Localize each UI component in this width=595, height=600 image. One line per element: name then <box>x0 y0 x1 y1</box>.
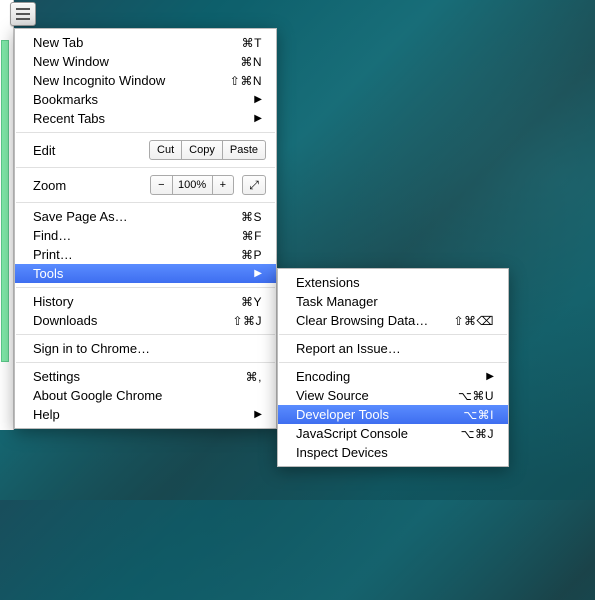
submenu-task-manager[interactable]: Task Manager <box>278 292 508 311</box>
menu-item-shortcut: ⌘Y <box>241 295 262 309</box>
menu-separator <box>279 334 507 335</box>
menu-find[interactable]: Find… ⌘F <box>15 226 276 245</box>
menu-separator <box>16 202 275 203</box>
menu-item-label: Bookmarks <box>33 92 248 107</box>
menu-new-window[interactable]: New Window ⌘N <box>15 52 276 71</box>
menu-separator <box>16 334 275 335</box>
menu-separator <box>16 167 275 168</box>
menu-item-shortcut: ⌥⌘I <box>463 408 494 422</box>
menu-history[interactable]: History ⌘Y <box>15 292 276 311</box>
menu-item-label: Save Page As… <box>33 209 241 224</box>
browser-edge <box>0 0 14 430</box>
menu-item-shortcut: ⌘T <box>242 36 262 50</box>
submenu-developer-tools[interactable]: Developer Tools ⌥⌘I <box>278 405 508 424</box>
submenu-arrow-icon: ▶ <box>254 409 262 420</box>
chrome-menu-button[interactable] <box>10 2 36 26</box>
chrome-main-menu: New Tab ⌘T New Window ⌘N New Incognito W… <box>14 28 277 429</box>
menu-item-label: Print… <box>33 247 241 262</box>
submenu-report-issue[interactable]: Report an Issue… <box>278 339 508 358</box>
menu-settings[interactable]: Settings ⌘, <box>15 367 276 386</box>
menu-item-label: Sign in to Chrome… <box>33 341 262 356</box>
submenu-view-source[interactable]: View Source ⌥⌘U <box>278 386 508 405</box>
menu-item-label: Downloads <box>33 313 232 328</box>
menu-separator <box>16 362 275 363</box>
menu-zoom-row: Zoom − 100% + ⤢ <box>15 172 276 198</box>
menu-item-label: Edit <box>33 143 149 158</box>
submenu-arrow-icon: ▶ <box>254 94 262 105</box>
submenu-arrow-icon: ▶ <box>486 371 494 382</box>
menu-recent-tabs[interactable]: Recent Tabs ▶ <box>15 109 276 128</box>
menu-tools[interactable]: Tools ▶ <box>15 264 276 283</box>
menu-item-shortcut: ⇧⌘J <box>232 314 262 328</box>
submenu-inspect-devices[interactable]: Inspect Devices <box>278 443 508 462</box>
cut-button[interactable]: Cut <box>149 140 182 160</box>
menu-item-label: Extensions <box>296 275 494 290</box>
menu-help[interactable]: Help ▶ <box>15 405 276 424</box>
fullscreen-button[interactable]: ⤢ <box>242 175 266 195</box>
menu-save-page[interactable]: Save Page As… ⌘S <box>15 207 276 226</box>
menu-item-shortcut: ⌘F <box>242 229 262 243</box>
menu-separator <box>16 287 275 288</box>
menu-item-label: JavaScript Console <box>296 426 461 441</box>
menu-item-label: New Incognito Window <box>33 73 230 88</box>
edit-button-group: Cut Copy Paste <box>149 140 266 160</box>
menu-bookmarks[interactable]: Bookmarks ▶ <box>15 90 276 109</box>
zoom-button-group: − 100% + <box>150 175 234 195</box>
menu-item-label: New Tab <box>33 35 242 50</box>
menu-item-shortcut: ⇧⌘⌫ <box>453 314 494 328</box>
menu-item-label: History <box>33 294 241 309</box>
menu-print[interactable]: Print… ⌘P <box>15 245 276 264</box>
menu-item-label: New Window <box>33 54 240 69</box>
submenu-arrow-icon: ▶ <box>254 268 262 279</box>
menu-item-label: Zoom <box>33 178 150 193</box>
menu-item-label: View Source <box>296 388 458 403</box>
zoom-value: 100% <box>173 175 213 195</box>
menu-item-shortcut: ⌘P <box>241 248 262 262</box>
menu-item-label: Clear Browsing Data… <box>296 313 453 328</box>
menu-about[interactable]: About Google Chrome <box>15 386 276 405</box>
menu-item-label: Inspect Devices <box>296 445 494 460</box>
menu-item-label: Recent Tabs <box>33 111 248 126</box>
menu-item-label: Find… <box>33 228 242 243</box>
menu-item-shortcut: ⌥⌘J <box>461 427 494 441</box>
submenu-encoding[interactable]: Encoding ▶ <box>278 367 508 386</box>
menu-item-label: Task Manager <box>296 294 494 309</box>
menu-item-shortcut: ⌥⌘U <box>458 389 494 403</box>
fullscreen-icon: ⤢ <box>249 178 259 193</box>
copy-button[interactable]: Copy <box>182 140 223 160</box>
submenu-extensions[interactable]: Extensions <box>278 273 508 292</box>
menu-item-shortcut: ⌘N <box>240 55 262 69</box>
menu-new-tab[interactable]: New Tab ⌘T <box>15 33 276 52</box>
menu-edit-row: Edit Cut Copy Paste <box>15 137 276 163</box>
menu-separator <box>279 362 507 363</box>
menu-item-label: Tools <box>33 266 248 281</box>
menu-downloads[interactable]: Downloads ⇧⌘J <box>15 311 276 330</box>
paste-button[interactable]: Paste <box>223 140 266 160</box>
submenu-arrow-icon: ▶ <box>254 113 262 124</box>
tools-submenu: Extensions Task Manager Clear Browsing D… <box>277 268 509 467</box>
menu-signin[interactable]: Sign in to Chrome… <box>15 339 276 358</box>
menu-new-incognito[interactable]: New Incognito Window ⇧⌘N <box>15 71 276 90</box>
submenu-js-console[interactable]: JavaScript Console ⌥⌘J <box>278 424 508 443</box>
menu-item-label: Settings <box>33 369 246 384</box>
zoom-out-button[interactable]: − <box>150 175 172 195</box>
menu-separator <box>16 132 275 133</box>
menu-item-label: About Google Chrome <box>33 388 262 403</box>
menu-item-label: Encoding <box>296 369 480 384</box>
menu-item-label: Report an Issue… <box>296 341 494 356</box>
menu-item-shortcut: ⌘, <box>246 370 262 384</box>
zoom-in-button[interactable]: + <box>213 175 234 195</box>
menu-item-shortcut: ⌘S <box>241 210 262 224</box>
submenu-clear-browsing[interactable]: Clear Browsing Data… ⇧⌘⌫ <box>278 311 508 330</box>
menu-item-label: Developer Tools <box>296 407 463 422</box>
menu-item-label: Help <box>33 407 248 422</box>
menu-item-shortcut: ⇧⌘N <box>230 74 262 88</box>
